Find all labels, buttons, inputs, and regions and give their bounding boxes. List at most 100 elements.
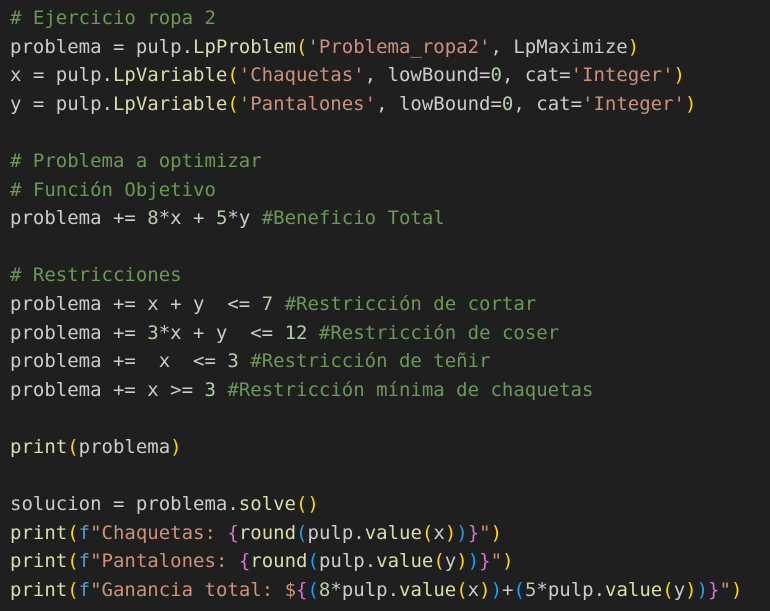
code-line: # Restricciones xyxy=(10,261,770,290)
code-token-func: LpProblem xyxy=(193,35,296,58)
code-token-bracket2: } xyxy=(479,550,491,573)
code-token-bracket1: ) xyxy=(170,435,182,458)
code-token-comment: # Ejercicio ropa 2 xyxy=(10,7,216,29)
code-token-bracket1: ( xyxy=(67,550,79,573)
code-token-default: *x + xyxy=(158,207,216,230)
code-line: print(f"Chaquetas: {round(pulp.value(x))… xyxy=(10,519,770,548)
code-token-comment: #Restricción de teñir xyxy=(250,350,491,373)
code-line: problema += 3*x + y <= 12 #Restricción d… xyxy=(10,319,770,348)
code-line: print(f"Ganancia total: ${(8*pulp.value(… xyxy=(10,576,770,605)
code-token-number: 5 xyxy=(524,578,537,601)
code-token-bracket1: ( xyxy=(662,578,674,601)
code-token-default: problema += x >= xyxy=(10,378,205,401)
code-token-bracket1: ) xyxy=(673,64,685,87)
code-token-default: problema += x <= xyxy=(10,350,228,373)
code-token-bracket1: ) xyxy=(456,550,468,573)
code-line: problema = pulp.LpProblem('Problema_ropa… xyxy=(10,33,770,62)
code-token-default: pulp. xyxy=(307,521,365,544)
code-token-string: "Chaquetas: xyxy=(90,521,228,544)
code-line: print(f"Pantalones: {round(pulp.value(y)… xyxy=(10,547,770,576)
code-token-number: 3 xyxy=(147,321,159,344)
code-token-default xyxy=(216,379,227,401)
code-token-number: 8 xyxy=(318,578,331,601)
code-token-bracket1: ) xyxy=(685,578,697,601)
code-token-bracket1: ( xyxy=(433,550,445,573)
code-token-number: 0 xyxy=(501,92,514,115)
code-token-bracket2: } xyxy=(467,521,480,544)
code-token-bracket3: ) xyxy=(696,578,709,601)
code-token-func: round xyxy=(250,550,308,573)
code-line: problema += x <= 3 #Restricción de teñir xyxy=(10,347,770,376)
code-token-default: , LpMaximize xyxy=(490,35,628,58)
code-token-bracket3: ) xyxy=(467,550,480,573)
code-token-default: , cat= xyxy=(501,64,571,87)
code-token-bracket1: () xyxy=(295,493,319,516)
code-line: solucion = problema.solve() xyxy=(10,490,770,519)
code-line: problema += x >= 3 #Restricción mínima d… xyxy=(10,376,770,405)
code-token-bracket1: ) xyxy=(730,578,743,601)
code-token-func: print xyxy=(10,578,68,601)
code-token-default: solucion = problema. xyxy=(10,493,239,516)
code-token-string: "Pantalones: xyxy=(90,550,239,573)
code-token-comment: #Beneficio Total xyxy=(261,207,445,230)
code-line: x = pulp.LpVariable('Chaquetas', lowBoun… xyxy=(10,61,770,90)
code-token-string: " xyxy=(719,578,731,601)
code-token-number: 0 xyxy=(490,64,502,87)
code-token-keyword: f xyxy=(78,521,91,544)
code-token-bracket1: ( xyxy=(67,578,79,601)
code-token-default: y xyxy=(444,550,457,573)
code-token-bracket2: { xyxy=(296,578,308,601)
code-token-default: x = pulp. xyxy=(10,64,113,87)
code-token-string: " xyxy=(490,550,503,573)
code-token-bracket1: ) xyxy=(627,35,640,58)
code-token-bracket1: ( xyxy=(227,92,239,115)
code-token-default: + xyxy=(502,578,514,601)
code-token-number: 3 xyxy=(227,350,239,373)
code-line: y = pulp.LpVariable('Pantalones', lowBou… xyxy=(10,90,770,119)
code-token-func: print xyxy=(10,521,68,544)
code-editor[interactable]: # Ejercicio ropa 2 problema = pulp.LpProb… xyxy=(0,0,770,611)
code-token-number: 8 xyxy=(147,207,159,230)
code-line: problema += 8*x + 5*y #Beneficio Total xyxy=(10,204,770,233)
code-token-bracket1: ) xyxy=(444,521,457,544)
code-token-default xyxy=(307,322,318,344)
code-token-bracket1: ( xyxy=(67,435,79,458)
code-token-func: value xyxy=(376,550,434,573)
code-token-default: , cat= xyxy=(513,92,583,115)
code-token-func: value xyxy=(399,578,457,601)
code-token-comment: #Restricción mínima de chaquetas xyxy=(227,378,594,401)
code-token-comment: # Problema a optimizar xyxy=(10,149,262,172)
code-token-string: "Ganancia total: $ xyxy=(90,578,297,601)
code-token-func: solve xyxy=(238,493,296,516)
code-token-bracket1: ( xyxy=(421,521,434,544)
code-token-string: " xyxy=(479,521,491,544)
code-token-bracket1: ( xyxy=(227,64,239,87)
code-token-default: y = pulp. xyxy=(10,92,113,115)
code-token-default: pulp. xyxy=(318,550,377,573)
code-token-default xyxy=(273,293,284,315)
code-token-comment: #Restricción de coser xyxy=(318,321,560,344)
code-line: problema += x + y <= 7 #Restricción de c… xyxy=(10,290,770,319)
code-token-bracket1: ) xyxy=(684,92,697,115)
code-token-bracket3: ) xyxy=(490,578,503,601)
code-token-default: y xyxy=(673,578,686,601)
code-token-default: x xyxy=(433,521,445,544)
code-token-comment: # Restricciones xyxy=(10,264,182,287)
code-token-default: problema += x + y <= xyxy=(10,292,262,315)
code-token-bracket2: } xyxy=(708,578,720,601)
code-token-comment: # Función Objetivo xyxy=(10,178,216,201)
code-token-func: round xyxy=(238,521,297,544)
code-token-default: *y xyxy=(227,207,262,230)
code-token-bracket1: ) xyxy=(490,521,503,544)
code-token-bracket2: { xyxy=(227,521,239,544)
code-line: # Función Objetivo xyxy=(10,176,770,205)
code-token-number: 12 xyxy=(284,321,308,344)
code-token-bracket1: ) xyxy=(502,550,514,573)
code-token-default: problema xyxy=(78,435,171,458)
code-token-bracket2: { xyxy=(238,550,251,573)
code-token-bracket1: ( xyxy=(67,521,79,544)
